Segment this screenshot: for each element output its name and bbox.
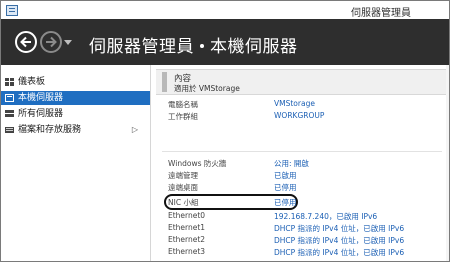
back-button[interactable] <box>15 31 37 53</box>
property-label-ethernet3: Ethernet3 <box>168 247 206 256</box>
property-label-ethernet2: Ethernet2 <box>168 235 206 244</box>
properties-subtitle: 適用於 VMStorage <box>174 84 240 93</box>
property-label-nic-teaming: NIC 小組 <box>168 198 199 207</box>
storage-icon <box>5 127 14 133</box>
dashboard-icon <box>5 78 14 86</box>
property-value-workgroup[interactable]: WORKGROUP <box>274 111 324 120</box>
property-value-computer-name[interactable]: VMStorage <box>274 99 315 108</box>
servers-icon <box>5 110 14 117</box>
scrollbar-track[interactable] <box>446 65 449 261</box>
property-value-firewall[interactable]: 公用: 開啟 <box>274 158 309 169</box>
property-value-ethernet1[interactable]: DHCP 指派的 IPv4 位址，已啟用 IPv6 <box>274 223 404 234</box>
property-label-workgroup: 工作群組 <box>168 112 198 121</box>
history-dropdown-icon[interactable] <box>64 40 72 46</box>
sidebar-item-all-servers[interactable]: 所有伺服器 <box>1 107 150 121</box>
properties-divider <box>162 151 442 152</box>
forward-button[interactable] <box>40 31 62 53</box>
property-value-ethernet0[interactable]: 192.168.7.240，已啟用 IPv6 <box>274 211 377 222</box>
title-bar: 伺服器管理員 <box>1 1 449 19</box>
property-label-remote-management: 遠端管理 <box>168 171 198 180</box>
property-value-ethernet2[interactable]: DHCP 指派的 IPv4 位址，已啟用 IPv6 <box>274 235 404 246</box>
property-value-nic-teaming[interactable]: 已停用 <box>274 197 297 208</box>
arrow-right-icon <box>46 36 57 48</box>
server-manager-app-icon <box>6 5 18 16</box>
sidebar-item-label: 所有伺服器 <box>18 109 64 119</box>
expand-chevron-icon[interactable]: ▷ <box>132 123 138 137</box>
properties-panel: 內容 適用於 VMStorage 電腦名稱 VMStorage 工作群組 WOR… <box>152 65 449 261</box>
sidebar-item-local-server[interactable]: 本機伺服器 <box>1 91 150 105</box>
property-value-remote-management[interactable]: 已啟用 <box>274 170 297 181</box>
property-label-firewall: Windows 防火牆 <box>168 159 227 168</box>
server-icon <box>5 94 14 102</box>
sidebar: 儀表板 本機伺服器 所有伺服器 檔案和存放服務 ▷ <box>1 65 151 261</box>
sidebar-item-file-storage-services[interactable]: 檔案和存放服務 ▷ <box>1 123 150 137</box>
sidebar-item-label: 本機伺服器 <box>18 93 64 103</box>
properties-header: 內容 適用於 VMStorage <box>156 69 449 95</box>
property-label-ethernet0: Ethernet0 <box>168 211 206 220</box>
properties-tile-marker <box>162 72 167 92</box>
breadcrumb: 伺服器管理員 本機伺服器 <box>89 32 298 57</box>
window-title: 伺服器管理員 <box>351 8 411 19</box>
header-bar: 伺服器管理員 本機伺服器 <box>1 19 449 65</box>
breadcrumb-item-server-manager[interactable]: 伺服器管理員 <box>89 37 194 57</box>
arrow-left-icon <box>20 36 31 48</box>
property-label-remote-desktop: 遠端桌面 <box>168 183 198 192</box>
property-value-ethernet3[interactable]: DHCP 指派的 IPv4 位址，已啟用 IPv6 <box>274 247 404 258</box>
property-label-ethernet1: Ethernet1 <box>168 223 206 232</box>
sidebar-item-dashboard[interactable]: 儀表板 <box>1 75 150 89</box>
sidebar-item-label: 儀表板 <box>18 77 46 87</box>
property-label-computer-name: 電腦名稱 <box>168 100 198 109</box>
breadcrumb-item-local-server: 本機伺服器 <box>210 37 298 57</box>
breadcrumb-separator-icon <box>200 43 204 48</box>
property-value-remote-desktop[interactable]: 已停用 <box>274 182 297 193</box>
sidebar-item-label: 檔案和存放服務 <box>18 125 82 135</box>
server-manager-window: 伺服器管理員 伺服器管理員 本機伺服器 儀表板 本機伺服器 所有伺服器 檔案和存… <box>0 0 450 262</box>
